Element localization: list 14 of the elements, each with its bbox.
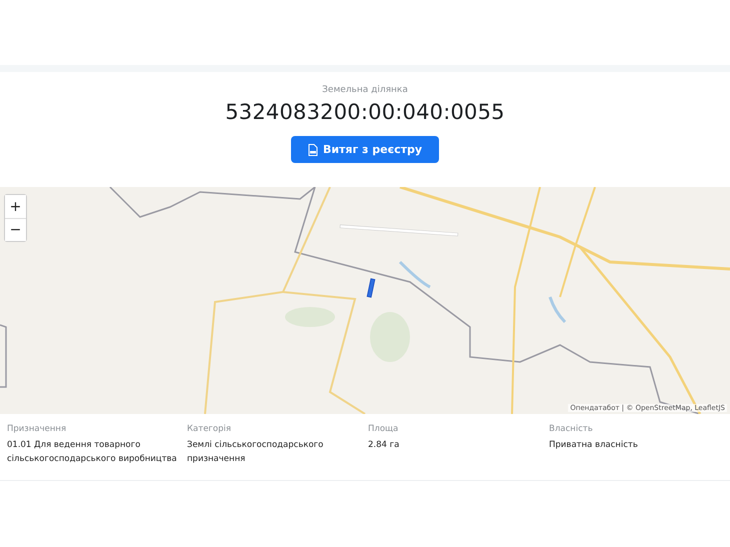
parcel-outline[interactable] [366,278,376,298]
pdf-file-icon [308,144,318,156]
detail-label: Призначення [7,424,68,434]
detail-value: 2.84 га [368,439,400,452]
zoom-out-button[interactable]: − [5,218,26,241]
extract-button[interactable]: Витяг з реєстру [290,136,440,163]
cadastral-number: 5324083200:00:040:0055 [225,100,505,124]
detail-value: Приватна власність [549,439,639,452]
detail-value: 01.01 Для ведення товарного сільськогосподарського виробництва [7,439,178,466]
parcel-label: Земельна ділянка [322,85,408,95]
detail-label: Власність [549,424,594,434]
detail-label: Категорія [187,424,232,434]
detail-value: Землі сільськогосподарського призначення [187,439,324,466]
detail-label: Площа [368,424,400,434]
